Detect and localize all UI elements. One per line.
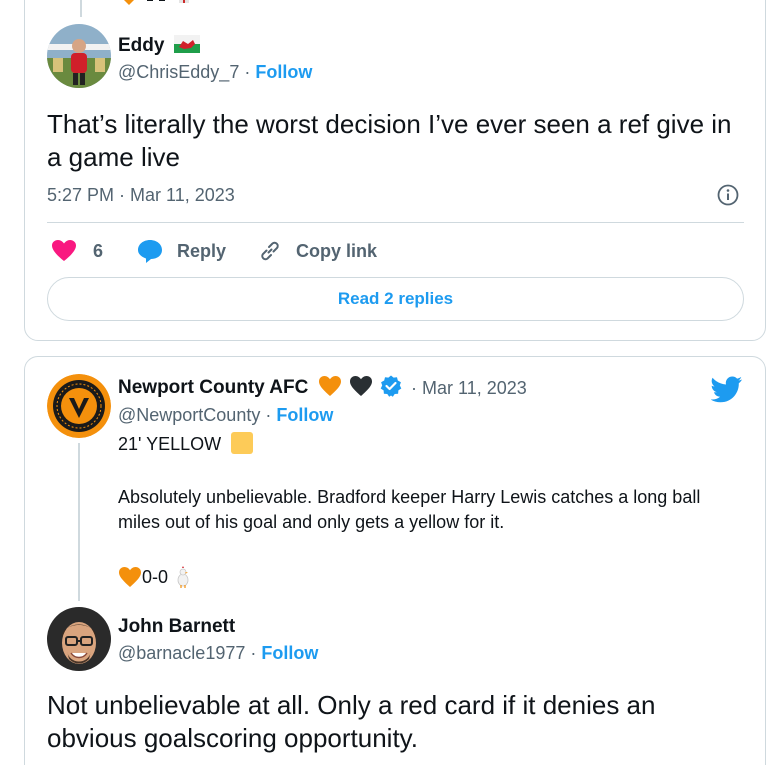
tweet-card-eddy: Eddy @ChrisEddy_7 · Follow That’s litera… xyxy=(24,0,766,341)
handle-line: @ChrisEddy_7 · Follow xyxy=(118,62,312,83)
tweet-card-newport: Newport County AFC · Mar 11, 2023 @Newpo… xyxy=(24,356,766,765)
black-heart-icon xyxy=(349,376,372,397)
separator-dot: · xyxy=(250,643,257,663)
like-button[interactable]: 6 xyxy=(51,239,103,263)
follow-button[interactable]: Follow xyxy=(261,643,318,663)
tweet-text: Not unbelievable at all. Only a red card… xyxy=(47,690,656,753)
orange-heart-icon xyxy=(318,376,341,397)
follow-button[interactable]: Follow xyxy=(276,405,333,425)
tweet-timestamp[interactable]: 5:27 PM · Mar 11, 2023 xyxy=(47,185,235,206)
thread-line xyxy=(80,0,82,17)
separator-dot: · xyxy=(265,405,272,425)
author-name-line: Newport County AFC xyxy=(118,375,402,399)
score-line: 0-0 xyxy=(118,565,191,590)
avatar-photo-icon xyxy=(47,24,111,88)
chicken-icon xyxy=(177,565,189,588)
club-crest-avatar[interactable] xyxy=(47,374,111,438)
tweet-text: That’s literally the worst decision I’ve… xyxy=(47,109,732,172)
reply-button[interactable]: Reply xyxy=(137,239,226,263)
tweet-date-line: · Mar 11, 2023 xyxy=(411,378,527,399)
author-handle[interactable]: @ChrisEddy_7 xyxy=(118,62,239,82)
author-handle[interactable]: @barnacle1977 xyxy=(118,643,245,663)
newport-crest-icon xyxy=(47,374,111,438)
copy-link-label: Copy link xyxy=(296,240,378,261)
avatar[interactable] xyxy=(47,607,111,671)
divider xyxy=(47,222,744,223)
verified-badge-icon xyxy=(380,375,402,398)
reply-label: Reply xyxy=(177,240,227,261)
reply-bubble-icon xyxy=(138,240,162,263)
author-name[interactable]: Newport County AFC xyxy=(118,377,308,398)
author-name[interactable]: John Barnett xyxy=(118,616,235,638)
separator-dot: · xyxy=(411,378,417,398)
tweet-line-yellow: 21' YELLOW xyxy=(118,432,254,457)
orange-heart-icon xyxy=(119,566,141,587)
read-replies-button[interactable]: Read 2 replies xyxy=(47,277,744,321)
yellow-card-text: 21' YELLOW xyxy=(118,434,222,454)
avatar[interactable] xyxy=(47,24,111,88)
wales-flag-icon xyxy=(173,35,200,54)
follow-button[interactable]: Follow xyxy=(255,62,312,82)
clipped-emoji-icon xyxy=(124,0,189,5)
thread-line xyxy=(78,443,80,601)
tweet-date[interactable]: Mar 11, 2023 xyxy=(422,378,527,398)
separator-dot: · xyxy=(244,62,251,82)
info-icon[interactable] xyxy=(717,184,739,206)
like-count: 6 xyxy=(93,240,104,261)
copy-link-button[interactable]: Copy link xyxy=(258,239,377,263)
author-handle[interactable]: @NewportCounty xyxy=(118,405,260,425)
handle-line: @barnacle1977 · Follow xyxy=(118,643,318,664)
heart-icon xyxy=(52,240,76,261)
twitter-bird-icon[interactable] xyxy=(711,376,743,404)
tweet-body: Absolutely unbelievable. Bradford keeper… xyxy=(118,487,701,532)
author-name[interactable]: Eddy xyxy=(118,35,200,57)
handle-line: @NewportCounty · Follow xyxy=(118,405,333,426)
avatar-photo-icon xyxy=(47,607,111,671)
yellow-square-icon xyxy=(231,432,254,455)
link-icon xyxy=(261,241,279,261)
score-text: 0-0 xyxy=(142,567,169,587)
